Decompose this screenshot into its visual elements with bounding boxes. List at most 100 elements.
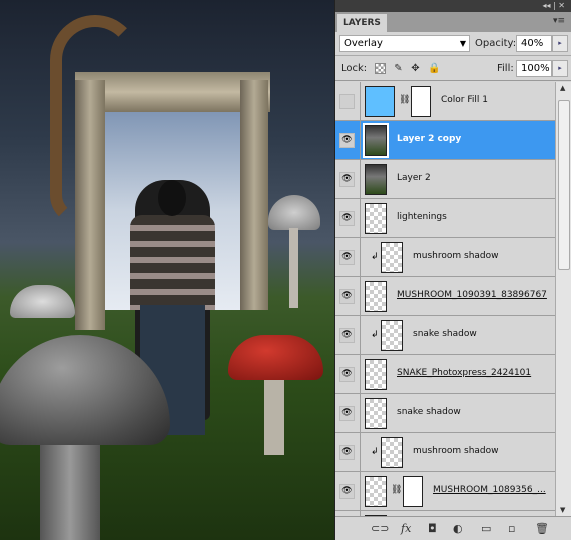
lock-pixels-brush-icon[interactable]: ✎ (393, 63, 404, 74)
fill-input[interactable]: 100% (516, 60, 552, 77)
delete-layer-trash-icon[interactable]: 🗑 (535, 522, 549, 535)
panel-menu-icon[interactable]: ▾≡ (553, 16, 565, 26)
new-group-folder-icon[interactable]: ▭ (481, 522, 491, 535)
layer-row[interactable]: 👁 ↲ snake shadow (335, 316, 555, 355)
doorway-pillar-right (240, 80, 268, 310)
link-chain-icon: ⛓ (391, 485, 403, 495)
layer-thumbnail (365, 398, 387, 429)
scrollbar-thumb[interactable] (558, 100, 570, 270)
blend-mode-select[interactable]: Overlay ▼ (339, 35, 470, 52)
chevron-down-icon: ▼ (459, 39, 466, 48)
new-layer-icon[interactable]: ▫ (508, 522, 515, 535)
layer-row[interactable]: 👁 Layer 2 (335, 160, 555, 199)
layer-row[interactable]: ⛓ Color Fill 1 (335, 82, 555, 121)
layer-name[interactable]: Layer 2 copy (397, 134, 461, 144)
layer-name[interactable]: snake shadow (397, 407, 461, 417)
divider (360, 199, 361, 238)
layer-thumbnail (381, 242, 403, 273)
opacity-input[interactable]: 40% (516, 35, 552, 52)
layer-row[interactable]: 👁 SNAKE_Photoxpress_2424101 (335, 355, 555, 394)
close-icon[interactable]: ✕ (558, 1, 565, 10)
layer-thumbnail (365, 359, 387, 390)
divider (360, 394, 361, 433)
opacity-slider-button[interactable]: ▸ (552, 35, 568, 52)
visibility-eye-icon[interactable]: 👁 (339, 328, 355, 343)
layer-row[interactable]: 👁 snake shadow (335, 394, 555, 433)
man-head (158, 180, 186, 216)
visibility-eye-icon[interactable]: 👁 (339, 445, 355, 460)
visibility-eye-icon[interactable]: 👁 (339, 133, 355, 148)
layer-thumbnail (381, 437, 403, 468)
layer-thumbnail (365, 476, 387, 507)
layer-name[interactable]: Layer 2 (397, 173, 431, 183)
scroll-down-arrow-icon[interactable]: ▼ (560, 506, 565, 514)
layer-name[interactable]: Color Fill 1 (441, 95, 488, 105)
layer-thumbnail (365, 281, 387, 312)
layer-row[interactable]: 👁 lightenings (335, 199, 555, 238)
visibility-eye-icon[interactable]: 👁 (339, 484, 355, 499)
visibility-eye-icon[interactable]: 👁 (339, 172, 355, 187)
layer-name[interactable]: MUSHROOM_1089356_... (433, 485, 546, 495)
mushroom-right-stem (289, 228, 298, 308)
visibility-eye-icon[interactable]: 👁 (339, 250, 355, 265)
visibility-eye-icon[interactable]: 👁 (339, 406, 355, 421)
document-canvas[interactable] (0, 0, 334, 540)
visibility-eye-icon[interactable] (339, 94, 355, 109)
panel-tab-row: LAYERS ▾≡ (335, 12, 571, 32)
layer-name[interactable]: snake shadow (413, 329, 477, 339)
fill-slider-button[interactable]: ▸ (552, 60, 568, 77)
layer-thumbnail (363, 123, 389, 158)
layer-row[interactable]: 👁 ⛓ MUSHROOM_1089356_... (335, 472, 555, 511)
panel-titlebar: ◂◂ | ✕ (335, 0, 571, 12)
man-shirt (130, 215, 215, 310)
add-mask-icon[interactable]: ◘ (428, 522, 437, 535)
link-chain-icon: ⛓ (399, 95, 411, 105)
layer-row[interactable]: 👁 ↲ mushroom shadow (335, 238, 555, 277)
lock-all-padlock-icon[interactable]: 🔒 (428, 63, 440, 74)
divider (360, 355, 361, 394)
layer-row[interactable]: 👁 ↲ mushroom shadow (335, 433, 555, 472)
layer-thumbnail (365, 164, 387, 195)
layer-name[interactable]: SNAKE_Photoxpress_2424101 (397, 368, 531, 378)
layer-name[interactable]: MUSHROOM_1090391_83896767 (397, 290, 547, 300)
big-mushroom-stem (40, 430, 100, 540)
layer-thumbnail (365, 203, 387, 234)
divider (360, 277, 361, 316)
divider (360, 121, 361, 160)
layers-footer-toolbar: ⊂⊃ fx ◘ ◐ ▭ ▫ 🗑 (335, 516, 571, 540)
visibility-eye-icon[interactable]: 👁 (339, 367, 355, 382)
fx-layer-style-icon[interactable]: fx (401, 522, 411, 535)
visibility-eye-icon[interactable]: 👁 (339, 211, 355, 226)
mushroom-left (10, 285, 75, 318)
collapse-icon[interactable]: ◂◂ (542, 1, 550, 10)
snake (50, 15, 140, 225)
lock-label: Lock: (341, 63, 368, 74)
opacity-label: Opacity: (475, 38, 517, 49)
layers-scrollbar[interactable]: ▲ ▼ (555, 82, 571, 516)
scroll-up-arrow-icon[interactable]: ▲ (560, 84, 565, 92)
layers-panel: ◂◂ | ✕ LAYERS ▾≡ Overlay ▼ Opacity: 40% ▸… (334, 0, 571, 540)
red-mushroom-stem (264, 375, 284, 455)
layer-name[interactable]: mushroom shadow (413, 446, 499, 456)
clipping-arrow-icon: ↲ (371, 252, 379, 262)
clipping-arrow-icon: ↲ (371, 447, 379, 457)
adjustment-layer-icon[interactable]: ◐ (453, 522, 463, 535)
clipping-arrow-icon: ↲ (371, 330, 379, 340)
layer-mask-thumbnail (403, 476, 423, 507)
lock-position-move-icon[interactable]: ✥ (410, 63, 421, 74)
layer-thumbnail (381, 320, 403, 351)
layer-name[interactable]: mushroom shadow (413, 251, 499, 261)
fill-label: Fill: (497, 63, 514, 74)
layer-row[interactable]: 👁 Layer 2 copy (335, 121, 555, 160)
layer-thumbnail (365, 86, 395, 117)
divider (360, 472, 361, 511)
tab-layers[interactable]: LAYERS (337, 14, 387, 32)
layers-list: ⛓ Color Fill 1 👁 Layer 2 copy 👁 Layer 2 👁 light… (335, 82, 555, 516)
divider (360, 433, 361, 472)
divider (360, 238, 361, 277)
layer-row[interactable]: 👁 MUSHROOM_1090391_83896767 (335, 277, 555, 316)
visibility-eye-icon[interactable]: 👁 (339, 289, 355, 304)
link-layers-icon[interactable]: ⊂⊃ (371, 522, 389, 535)
lock-transparency-icon[interactable] (375, 63, 386, 74)
layer-name[interactable]: lightenings (397, 212, 447, 222)
